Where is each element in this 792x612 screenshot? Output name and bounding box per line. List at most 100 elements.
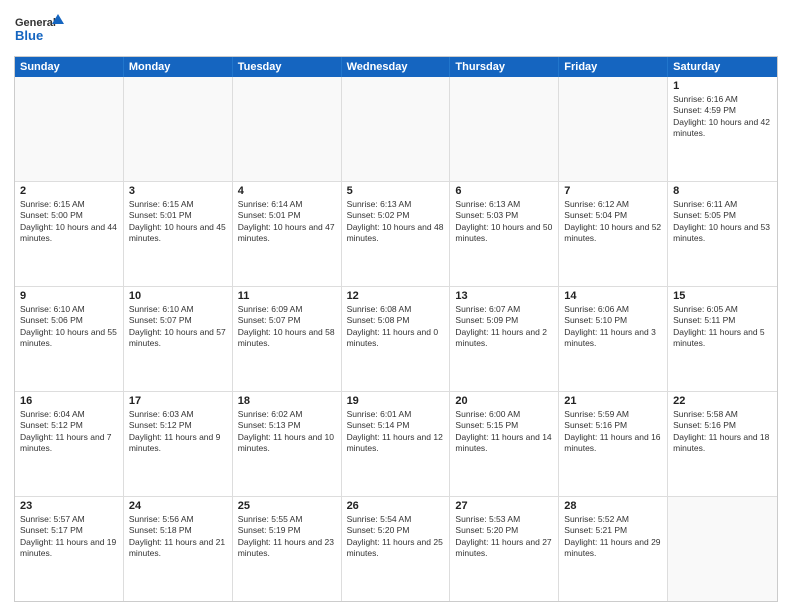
calendar: SundayMondayTuesdayWednesdayThursdayFrid… [14,56,778,602]
weekday-header: Saturday [668,57,777,77]
day-info: Sunrise: 6:01 AM Sunset: 5:14 PM Dayligh… [347,409,445,455]
day-info: Sunrise: 6:05 AM Sunset: 5:11 PM Dayligh… [673,304,772,350]
day-number: 18 [238,395,336,407]
day-info: Sunrise: 6:02 AM Sunset: 5:13 PM Dayligh… [238,409,336,455]
calendar-cell: 21 Sunrise: 5:59 AM Sunset: 5:16 PM Dayli… [559,392,668,496]
weekday-header: Wednesday [342,57,451,77]
calendar-cell [233,77,342,181]
day-info: Sunrise: 6:15 AM Sunset: 5:01 PM Dayligh… [129,199,227,245]
calendar-cell: 4 Sunrise: 6:14 AM Sunset: 5:01 PM Daylig… [233,182,342,286]
calendar-cell [559,77,668,181]
day-info: Sunrise: 5:58 AM Sunset: 5:16 PM Dayligh… [673,409,772,455]
day-number: 12 [347,290,445,302]
day-info: Sunrise: 6:15 AM Sunset: 5:00 PM Dayligh… [20,199,118,245]
day-number: 11 [238,290,336,302]
day-number: 17 [129,395,227,407]
day-number: 8 [673,185,772,197]
day-number: 16 [20,395,118,407]
calendar-body: 1 Sunrise: 6:16 AM Sunset: 4:59 PM Daylig… [15,77,777,601]
day-info: Sunrise: 6:08 AM Sunset: 5:08 PM Dayligh… [347,304,445,350]
calendar-cell: 28 Sunrise: 5:52 AM Sunset: 5:21 PM Dayli… [559,497,668,601]
day-info: Sunrise: 6:13 AM Sunset: 5:03 PM Dayligh… [455,199,553,245]
day-number: 28 [564,500,662,512]
calendar-cell: 11 Sunrise: 6:09 AM Sunset: 5:07 PM Dayli… [233,287,342,391]
calendar-cell [450,77,559,181]
calendar-row: 1 Sunrise: 6:16 AM Sunset: 4:59 PM Daylig… [15,77,777,182]
calendar-row: 9Sunrise: 6:10 AM Sunset: 5:06 PM Daylig… [15,287,777,392]
day-number: 13 [455,290,553,302]
day-info: Sunrise: 6:14 AM Sunset: 5:01 PM Dayligh… [238,199,336,245]
day-info: Sunrise: 6:00 AM Sunset: 5:15 PM Dayligh… [455,409,553,455]
day-info: Sunrise: 6:11 AM Sunset: 5:05 PM Dayligh… [673,199,772,245]
calendar-row: 2 Sunrise: 6:15 AM Sunset: 5:00 PM Daylig… [15,182,777,287]
day-info: Sunrise: 6:06 AM Sunset: 5:10 PM Dayligh… [564,304,662,350]
day-number: 10 [129,290,227,302]
calendar-cell: 14 Sunrise: 6:06 AM Sunset: 5:10 PM Dayli… [559,287,668,391]
calendar-header: SundayMondayTuesdayWednesdayThursdayFrid… [15,57,777,77]
day-number: 26 [347,500,445,512]
weekday-header: Sunday [15,57,124,77]
calendar-cell: 22 Sunrise: 5:58 AM Sunset: 5:16 PM Dayli… [668,392,777,496]
day-number: 14 [564,290,662,302]
day-number: 19 [347,395,445,407]
day-number: 21 [564,395,662,407]
logo: General Blue [14,10,64,50]
weekday-header: Monday [124,57,233,77]
day-number: 4 [238,185,336,197]
day-number: 27 [455,500,553,512]
day-info: Sunrise: 6:16 AM Sunset: 4:59 PM Dayligh… [673,94,772,140]
page-header: General Blue [14,10,778,50]
day-number: 7 [564,185,662,197]
calendar-cell: 27 Sunrise: 5:53 AM Sunset: 5:20 PM Dayli… [450,497,559,601]
calendar-row: 23 Sunrise: 5:57 AM Sunset: 5:17 PM Dayli… [15,497,777,601]
calendar-cell: 10 Sunrise: 6:10 AM Sunset: 5:07 PM Dayli… [124,287,233,391]
day-info: Sunrise: 6:09 AM Sunset: 5:07 PM Dayligh… [238,304,336,350]
calendar-cell: 16 Sunrise: 6:04 AM Sunset: 5:12 PM Dayli… [15,392,124,496]
calendar-cell: 7 Sunrise: 6:12 AM Sunset: 5:04 PM Daylig… [559,182,668,286]
day-info: Sunrise: 5:57 AM Sunset: 5:17 PM Dayligh… [20,514,118,560]
calendar-cell: 13 Sunrise: 6:07 AM Sunset: 5:09 PM Dayli… [450,287,559,391]
day-info: Sunrise: 6:12 AM Sunset: 5:04 PM Dayligh… [564,199,662,245]
weekday-header: Thursday [450,57,559,77]
calendar-cell: 18 Sunrise: 6:02 AM Sunset: 5:13 PM Dayli… [233,392,342,496]
calendar-cell [342,77,451,181]
day-number: 3 [129,185,227,197]
day-info: Sunrise: 6:10 AM Sunset: 5:07 PM Dayligh… [129,304,227,350]
weekday-header: Friday [559,57,668,77]
day-number: 9 [20,290,118,302]
day-number: 2 [20,185,118,197]
day-info: Sunrise: 6:03 AM Sunset: 5:12 PM Dayligh… [129,409,227,455]
day-info: Sunrise: 6:04 AM Sunset: 5:12 PM Dayligh… [20,409,118,455]
calendar-cell: 25 Sunrise: 5:55 AM Sunset: 5:19 PM Dayli… [233,497,342,601]
calendar-row: 16 Sunrise: 6:04 AM Sunset: 5:12 PM Dayli… [15,392,777,497]
day-number: 23 [20,500,118,512]
day-info: Sunrise: 6:07 AM Sunset: 5:09 PM Dayligh… [455,304,553,350]
calendar-cell: 3 Sunrise: 6:15 AM Sunset: 5:01 PM Daylig… [124,182,233,286]
day-info: Sunrise: 5:56 AM Sunset: 5:18 PM Dayligh… [129,514,227,560]
calendar-cell: 15Sunrise: 6:05 AM Sunset: 5:11 PM Dayli… [668,287,777,391]
calendar-cell: 26 Sunrise: 5:54 AM Sunset: 5:20 PM Dayli… [342,497,451,601]
day-info: Sunrise: 5:55 AM Sunset: 5:19 PM Dayligh… [238,514,336,560]
day-number: 22 [673,395,772,407]
day-info: Sunrise: 5:52 AM Sunset: 5:21 PM Dayligh… [564,514,662,560]
calendar-cell [668,497,777,601]
logo-svg: General Blue [14,10,64,50]
day-info: Sunrise: 5:53 AM Sunset: 5:20 PM Dayligh… [455,514,553,560]
calendar-cell: 2 Sunrise: 6:15 AM Sunset: 5:00 PM Daylig… [15,182,124,286]
calendar-cell: 1 Sunrise: 6:16 AM Sunset: 4:59 PM Daylig… [668,77,777,181]
day-info: Sunrise: 5:54 AM Sunset: 5:20 PM Dayligh… [347,514,445,560]
calendar-cell [15,77,124,181]
calendar-cell: 9Sunrise: 6:10 AM Sunset: 5:06 PM Daylig… [15,287,124,391]
calendar-cell: 20 Sunrise: 6:00 AM Sunset: 5:15 PM Dayli… [450,392,559,496]
calendar-cell: 12 Sunrise: 6:08 AM Sunset: 5:08 PM Dayli… [342,287,451,391]
calendar-cell: 5Sunrise: 6:13 AM Sunset: 5:02 PM Daylig… [342,182,451,286]
calendar-cell: 8 Sunrise: 6:11 AM Sunset: 5:05 PM Daylig… [668,182,777,286]
calendar-cell: 24Sunrise: 5:56 AM Sunset: 5:18 PM Dayli… [124,497,233,601]
day-info: Sunrise: 5:59 AM Sunset: 5:16 PM Dayligh… [564,409,662,455]
day-number: 1 [673,80,772,92]
calendar-cell [124,77,233,181]
day-number: 5 [347,185,445,197]
day-number: 20 [455,395,553,407]
day-number: 25 [238,500,336,512]
day-number: 6 [455,185,553,197]
